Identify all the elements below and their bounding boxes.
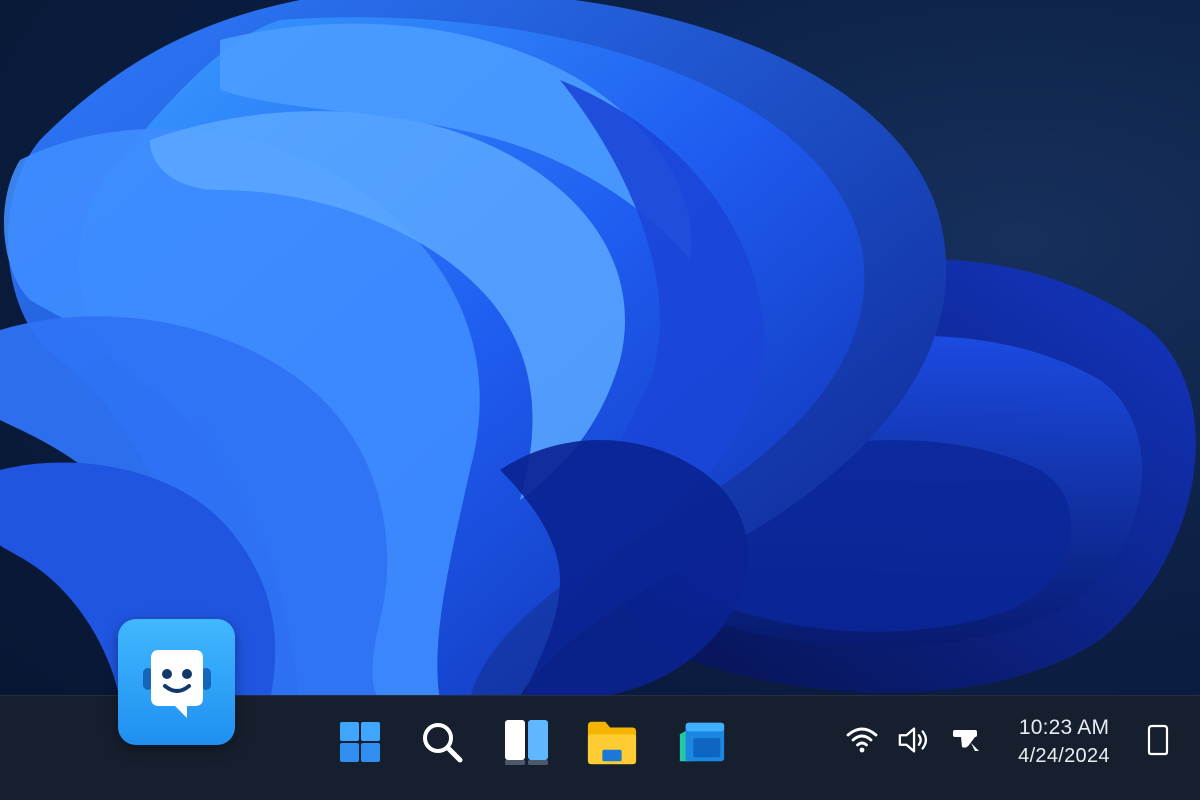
wifi-icon[interactable] xyxy=(844,722,880,758)
search-icon xyxy=(423,723,463,763)
app-window-icon xyxy=(679,722,725,762)
chat-app-icon[interactable] xyxy=(118,619,235,745)
volume-icon[interactable] xyxy=(897,722,933,758)
file-explorer-button[interactable] xyxy=(586,716,638,768)
task-view-button[interactable] xyxy=(500,716,552,768)
notification-button[interactable] xyxy=(1140,722,1176,758)
search-button[interactable] xyxy=(416,716,468,768)
clock[interactable]: 10:23 AM 4/24/2024 xyxy=(1000,714,1128,774)
folder-icon xyxy=(587,721,637,765)
pen-icon[interactable] xyxy=(948,722,984,758)
chat-bot-icon xyxy=(142,650,211,718)
clock-time: 10:23 AM xyxy=(1018,716,1110,739)
notification-icon xyxy=(1147,724,1169,756)
task-view-icon xyxy=(505,720,548,765)
clock-date: 4/24/2024 xyxy=(1018,745,1110,767)
windows-logo-icon xyxy=(340,722,380,762)
app-button[interactable] xyxy=(676,716,728,768)
start-button[interactable] xyxy=(334,716,386,768)
